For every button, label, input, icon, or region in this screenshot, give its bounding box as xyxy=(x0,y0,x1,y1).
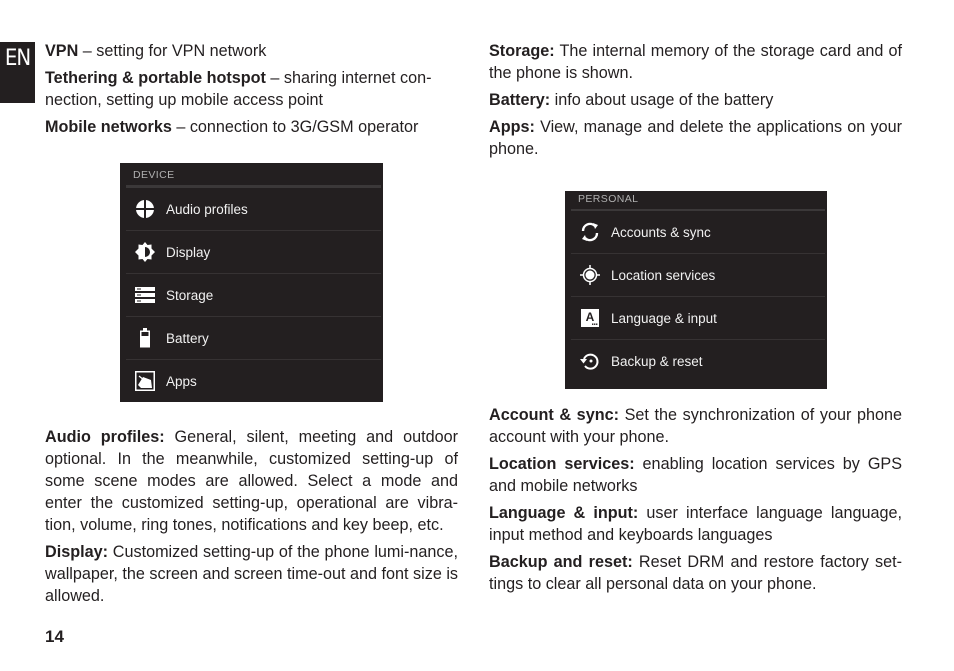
term: Tethering & portable hotspot xyxy=(45,69,266,87)
section-header: DEVICE xyxy=(133,169,175,181)
settings-item-label: Accounts & sync xyxy=(611,224,711,240)
settings-item-audio-profiles[interactable]: Audio profiles xyxy=(126,188,381,230)
settings-item-label: Audio profiles xyxy=(166,201,248,217)
paragraph-location-services: Location services: enabling location ser… xyxy=(489,453,902,497)
description: – connection to 3G/GSM operator xyxy=(171,118,419,136)
description: View, manage and delete the applications… xyxy=(489,118,902,158)
left-column: VPN – setting for VPN network Tethering … xyxy=(45,40,458,605)
term: Storage: xyxy=(489,42,555,60)
paragraph-display: Display: Customized setting-up of the ph… xyxy=(45,541,458,607)
paragraph-audio-profiles: Audio profiles: General, silent, meeting… xyxy=(45,426,458,536)
paragraph-tethering: Tethering & portable hotspot – sharing i… xyxy=(45,67,458,111)
paragraph-storage: Storage: The internal memory of the stor… xyxy=(489,40,902,84)
paragraph-account-sync: Account & sync: Set the synchronization … xyxy=(489,404,902,448)
audio-profiles-icon xyxy=(134,198,156,220)
settings-item-storage[interactable]: Storage xyxy=(126,273,381,316)
settings-item-label: Display xyxy=(166,244,211,260)
term: Audio profiles: xyxy=(45,428,165,446)
page-number: 14 xyxy=(45,627,64,646)
term: Account & sync: xyxy=(489,406,619,424)
paragraph-mobile-networks: Mobile networks – connection to 3G/GSM o… xyxy=(45,116,458,138)
term: Display: xyxy=(45,543,108,561)
term: VPN xyxy=(45,42,79,60)
description: – setting for VPN network xyxy=(78,42,267,60)
term: Mobile networks xyxy=(45,118,172,136)
battery-icon xyxy=(134,327,156,349)
personal-settings-screenshot: PERSONAL Accounts & sync Location servic… xyxy=(565,191,827,389)
settings-item-label: Apps xyxy=(166,373,197,389)
term: Battery: xyxy=(489,91,551,109)
settings-item-label: Language & input xyxy=(611,310,717,326)
paragraph-apps: Apps: View, manage and delete the applic… xyxy=(489,116,902,160)
term: Apps: xyxy=(489,118,535,136)
storage-icon xyxy=(134,284,156,306)
settings-item-label: Storage xyxy=(166,287,214,303)
settings-item-display[interactable]: Display xyxy=(126,230,381,273)
backup-restore-icon xyxy=(579,350,601,372)
sync-icon xyxy=(579,221,601,243)
language-tab: EN xyxy=(0,42,35,103)
settings-item-label: Backup & reset xyxy=(611,353,703,369)
term: Language & input: xyxy=(489,504,639,522)
right-column: Storage: The internal memory of the stor… xyxy=(489,40,902,593)
settings-item-label: Location services xyxy=(611,267,716,283)
paragraph-backup-reset: Backup and reset: Reset DRM and restore … xyxy=(489,551,902,595)
settings-item-accounts-sync[interactable]: Accounts & sync xyxy=(571,211,825,253)
description: info about usage of the battery xyxy=(550,91,774,109)
settings-item-battery[interactable]: Battery xyxy=(126,316,381,359)
settings-item-language-input[interactable]: A Language & input xyxy=(571,296,825,339)
section-header: PERSONAL xyxy=(578,193,639,205)
paragraph-vpn: VPN – setting for VPN network xyxy=(45,40,458,62)
settings-item-apps[interactable]: Apps xyxy=(126,359,381,402)
settings-item-location-services[interactable]: Location services xyxy=(571,253,825,296)
device-settings-screenshot: DEVICE Audio profiles Display Storage Ba… xyxy=(120,163,383,402)
settings-item-label: Battery xyxy=(166,330,209,346)
paragraph-battery: Battery: info about usage of the battery xyxy=(489,89,902,111)
display-brightness-icon xyxy=(134,241,156,263)
term: Backup and reset: xyxy=(489,553,633,571)
paragraph-language-input: Language & input: user interface languag… xyxy=(489,502,902,546)
language-icon: A xyxy=(579,307,601,329)
location-icon xyxy=(579,264,601,286)
apps-icon xyxy=(134,370,156,392)
term: Location services: xyxy=(489,455,635,473)
svg-text:A: A xyxy=(586,310,595,324)
settings-item-backup-reset[interactable]: Backup & reset xyxy=(571,339,825,382)
